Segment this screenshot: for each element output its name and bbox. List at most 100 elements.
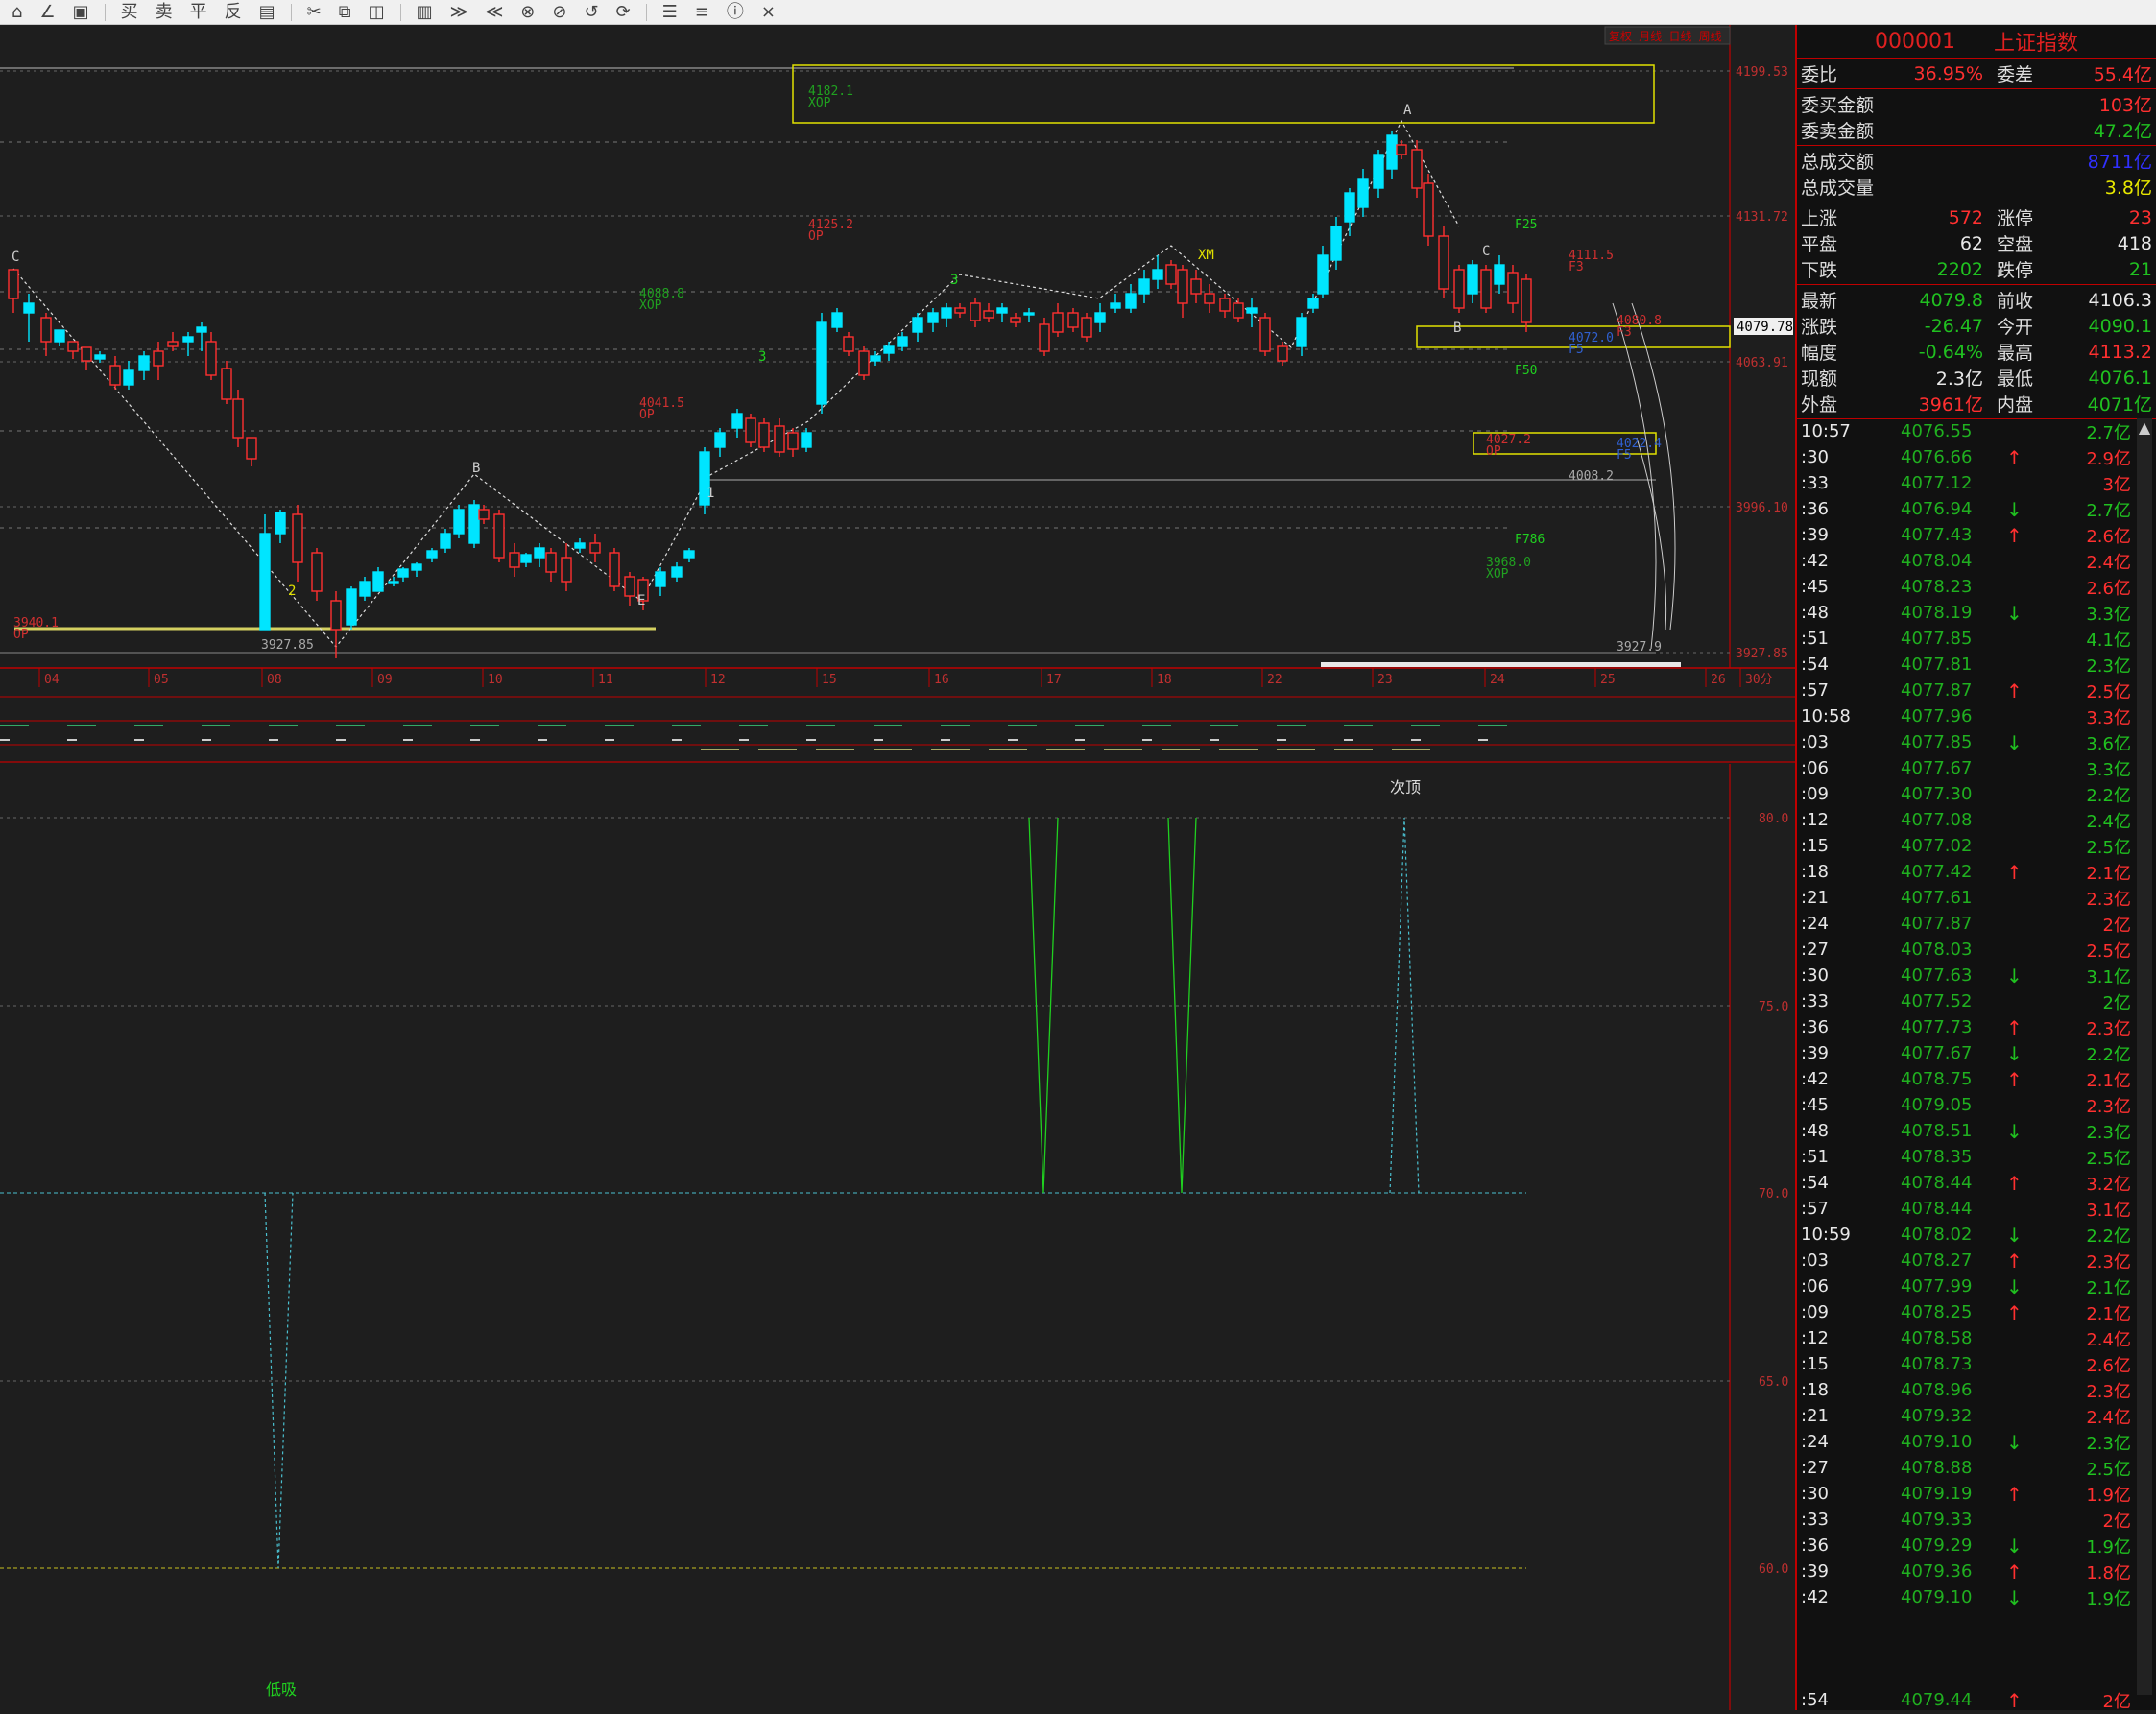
toolbar-button-18[interactable]: ☰ xyxy=(657,1,683,24)
quote-value: 21 xyxy=(2128,258,2152,280)
tick-direction-icon: ↓ xyxy=(2006,730,2023,754)
tick-row: :39 4079.36 ↑ 1.8亿 xyxy=(1797,1559,2143,1584)
tick-time: :12 xyxy=(1801,810,1829,830)
date-axis-label: 12 xyxy=(710,673,726,687)
toolbar-button-11[interactable]: ▥ xyxy=(411,1,439,24)
toolbar-button-2[interactable]: ▣ xyxy=(67,1,95,24)
tick-row: :30 4079.19 ↑ 1.9亿 xyxy=(1797,1481,2143,1507)
tick-row: :36 4079.29 ↓ 1.9亿 xyxy=(1797,1533,2143,1559)
chart-range-bar[interactable] xyxy=(1321,662,1681,667)
tick-row: :39 4077.67 ↓ 2.2亿 xyxy=(1797,1040,2143,1066)
tick-time: :33 xyxy=(1801,1510,1829,1530)
tick-price: 4079.44 xyxy=(1901,1690,1973,1710)
tick-time: :39 xyxy=(1801,525,1829,545)
quote-value: 4106.3 xyxy=(2088,289,2152,311)
tick-volume: 2.5亿 xyxy=(2086,1148,2131,1169)
tick-price: 4077.08 xyxy=(1901,810,1973,830)
toolbar-button-5[interactable]: 平 xyxy=(184,1,213,24)
tick-volume: 3.1亿 xyxy=(2086,966,2131,988)
tick-row: :33 4077.12 3亿 xyxy=(1797,470,2143,496)
tick-volume: 2.1亿 xyxy=(2086,863,2131,884)
toolbar-button-6[interactable]: 反 xyxy=(219,1,248,24)
stock-code: 000001 xyxy=(1875,29,1955,54)
tick-price: 4077.87 xyxy=(1901,680,1973,701)
candle-body xyxy=(8,269,19,299)
indicator-label-top: 次顶 xyxy=(1390,778,1421,797)
candle-body xyxy=(67,341,79,352)
quote-value: 8711亿 xyxy=(2087,152,2152,173)
quote-value: 4071亿 xyxy=(2087,394,2152,416)
scroll-up-icon[interactable]: ▲ xyxy=(2137,418,2152,437)
toolbar-button-12[interactable]: ≫ xyxy=(444,1,474,24)
tick-direction-icon: ↓ xyxy=(2006,1119,2023,1143)
date-axis-label: 22 xyxy=(1267,673,1282,687)
quote-value: -0.64% xyxy=(1918,341,1983,363)
candle-body xyxy=(453,509,465,535)
tick-direction-icon: ↑ xyxy=(2006,1171,2023,1195)
tick-time: :09 xyxy=(1801,1302,1829,1322)
toolbar-button-20[interactable]: ⓘ xyxy=(721,1,750,24)
candlesticks xyxy=(8,131,1532,658)
tick-time: :57 xyxy=(1801,1199,1829,1219)
quote-label: 下跌 xyxy=(1801,260,1838,281)
candle-body xyxy=(758,422,770,448)
candle-body xyxy=(493,513,505,559)
toolbar-button-21[interactable]: × xyxy=(755,1,781,24)
tick-price: 4078.25 xyxy=(1901,1302,1973,1322)
tick-volume: 2.3亿 xyxy=(2086,655,2131,677)
toolbar-button-14[interactable]: ⊗ xyxy=(515,1,540,24)
wave-label: 2 xyxy=(288,583,296,599)
candle-body xyxy=(109,365,121,386)
period-tab-labels[interactable]: 复权 月线 日线 周线 xyxy=(1609,30,1722,43)
tick-row: :18 4078.96 2.3亿 xyxy=(1797,1377,2143,1403)
tick-price: 4077.87 xyxy=(1901,914,1973,934)
kline-chart[interactable]: 4199.53 4131.72 4063.91 3996.10 3927.85 04 05… xyxy=(0,25,1795,1710)
toolbar-button-1[interactable]: ∠ xyxy=(34,1,60,24)
tick-scrollbar[interactable]: ▲ xyxy=(2137,418,2152,1695)
date-axis-label: 26 xyxy=(1711,673,1726,687)
breadth-block: 上涨 572 涨停 23 平盘 62 空盘 418 下跌 2202 跌停 21 xyxy=(1797,202,2156,285)
wave-label: A xyxy=(1403,103,1412,118)
chart-area[interactable]: 4199.53 4131.72 4063.91 3996.10 3927.85 04 05… xyxy=(0,25,1795,1710)
toolbar-button-17[interactable]: ⟳ xyxy=(611,1,636,24)
candle-body xyxy=(1423,182,1434,237)
tick-time: :51 xyxy=(1801,1147,1829,1167)
toolbar-button-19[interactable]: ≡ xyxy=(689,1,715,24)
tick-price: 4078.44 xyxy=(1901,1199,1973,1219)
annotation-l-4080-sub: F3 xyxy=(1617,325,1632,340)
period-tabs[interactable]: 复权 月线 日线 周线 xyxy=(1604,26,1731,45)
tick-price: 4077.12 xyxy=(1901,473,1973,493)
tick-row: :57 4077.87 ↑ 2.5亿 xyxy=(1797,678,2143,703)
candle-body xyxy=(205,341,217,376)
tick-direction-icon: ↑ xyxy=(2006,1067,2023,1091)
wave-label: XM xyxy=(1198,248,1214,263)
candle-body xyxy=(54,329,65,343)
quote-label: 委比 xyxy=(1801,64,1838,85)
quote-row: 总成交额 8711亿 xyxy=(1797,148,2156,174)
candle-body xyxy=(1233,302,1244,319)
candle-body xyxy=(1259,317,1271,352)
toolbar-button-10[interactable]: ◫ xyxy=(363,1,391,24)
quote-label: 最低 xyxy=(1997,369,2034,390)
tick-row: :21 4079.32 2.4亿 xyxy=(1797,1403,2143,1429)
candle-body xyxy=(1219,298,1231,312)
toolbar-button-0[interactable]: ⌂ xyxy=(6,1,28,24)
candle-body xyxy=(774,425,785,453)
toolbar-button-13[interactable]: ≪ xyxy=(479,1,509,24)
candle-body xyxy=(259,533,271,631)
price-axis-label: 4063.91 xyxy=(1736,356,1788,370)
tick-list[interactable]: 10:57 4076.55 2.7亿:30 4076.66 ↑ 2.9亿:33 … xyxy=(1797,418,2143,1713)
toolbar-button-8[interactable]: ✂ xyxy=(301,1,327,24)
candle-body xyxy=(411,563,422,571)
toolbar-button-15[interactable]: ⊘ xyxy=(546,1,572,24)
candle-body xyxy=(1296,317,1307,347)
toolbar-button-4[interactable]: 卖 xyxy=(150,1,179,24)
toolbar-button-9[interactable]: ⧉ xyxy=(333,1,357,24)
tick-direction-icon: ↑ xyxy=(2006,1249,2023,1273)
toolbar-button-7[interactable]: ▤ xyxy=(253,1,281,24)
toolbar-button-3[interactable]: 买 xyxy=(115,1,144,24)
candle-body xyxy=(1110,302,1121,309)
candle-body xyxy=(970,302,981,321)
tick-price: 4078.96 xyxy=(1901,1380,1973,1400)
toolbar-button-16[interactable]: ↺ xyxy=(578,1,604,24)
